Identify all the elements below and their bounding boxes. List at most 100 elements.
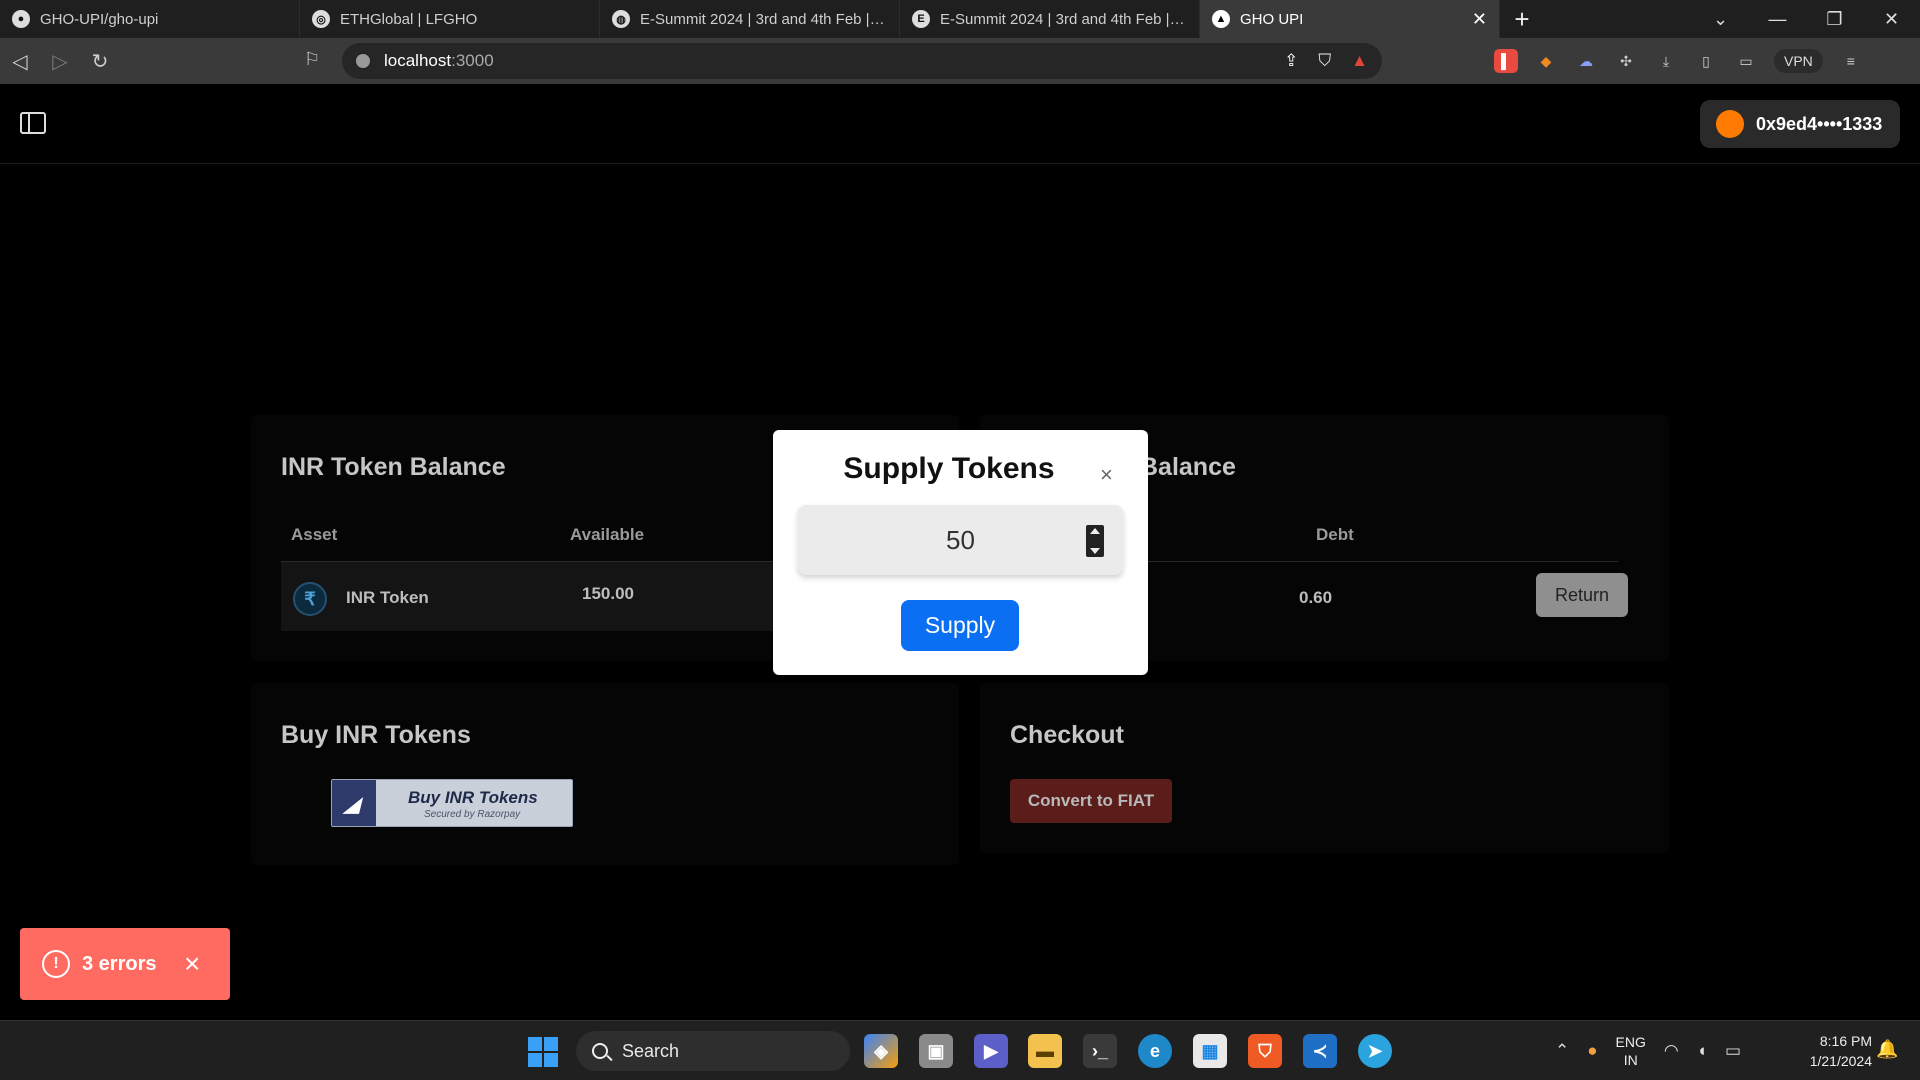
tab-title: E-Summit 2024 | 3rd and 4th Feb | E-C bbox=[940, 10, 1187, 28]
restore-icon[interactable]: ❐ bbox=[1806, 0, 1863, 38]
supply-button[interactable]: Supply bbox=[901, 600, 1019, 651]
url-port: :3000 bbox=[451, 51, 494, 70]
modal-close-icon[interactable]: × bbox=[1100, 462, 1113, 488]
lang-line1: ENG bbox=[1615, 1034, 1646, 1050]
wifi-icon[interactable]: ◠ bbox=[1664, 1041, 1679, 1061]
tab-gho-upi[interactable]: ▲ GHO UPI ✕ bbox=[1200, 0, 1500, 38]
task-view-icon[interactable]: ▣ bbox=[919, 1034, 953, 1068]
volume-icon[interactable]: ◖ bbox=[1697, 1041, 1707, 1061]
address-toolbar: ◁ ▷ ↻ ⚐ localhost:3000 ⇪ ⛉ ▲ ▌ ◆ ☁ ✣ ⤓ ▯… bbox=[0, 38, 1920, 84]
amount-stepper[interactable] bbox=[1086, 525, 1104, 557]
error-toast[interactable]: ! 3 errors × bbox=[20, 928, 230, 1000]
available-amount: 150.00 bbox=[582, 584, 634, 603]
razorpay-button[interactable]: ◢ Buy INR Tokens Secured by Razorpay bbox=[331, 779, 573, 827]
metamask-icon[interactable]: ◆ bbox=[1534, 49, 1558, 73]
brave-shield-icon[interactable]: ⛉ bbox=[1318, 51, 1331, 71]
edge-icon[interactable]: e bbox=[1138, 1034, 1172, 1068]
extension-red-icon[interactable]: ▌ bbox=[1494, 49, 1518, 73]
razorpay-logo-icon: ◢ bbox=[344, 794, 360, 816]
menu-icon[interactable]: ≡ bbox=[1839, 49, 1863, 73]
tab-close-icon[interactable]: ✕ bbox=[1472, 9, 1487, 30]
telegram-icon[interactable]: ➤ bbox=[1358, 1034, 1392, 1068]
error-count: 3 errors bbox=[82, 952, 157, 975]
buy-inr-card: Buy INR Tokens ◢ Buy INR Tokens Secured … bbox=[251, 683, 959, 865]
card-title: Checkout bbox=[1010, 721, 1124, 749]
amount-input[interactable] bbox=[798, 505, 1123, 575]
sidebar-toggle-icon[interactable] bbox=[20, 112, 46, 134]
url-host: localhost bbox=[384, 51, 452, 70]
wallet-avatar bbox=[1716, 110, 1744, 138]
reload-icon[interactable]: ↻ bbox=[80, 49, 120, 74]
puzzle-icon[interactable]: ✣ bbox=[1614, 49, 1638, 73]
razorpay-label: Buy INR Tokens bbox=[408, 788, 538, 807]
wallet-icon[interactable]: ▭ bbox=[1734, 49, 1758, 73]
clock-date: 1/21/2024 bbox=[1809, 1053, 1872, 1069]
tab-esummit-2[interactable]: E E-Summit 2024 | 3rd and 4th Feb | E-C bbox=[900, 0, 1200, 38]
triangle-icon: ▲ bbox=[1212, 10, 1230, 28]
return-button[interactable]: Return bbox=[1536, 573, 1628, 617]
ethglobal-icon: ◎ bbox=[312, 10, 330, 28]
sidebar-panel-icon[interactable]: ▯ bbox=[1694, 49, 1718, 73]
clock[interactable]: 8:16 PM 1/21/2024 bbox=[1788, 1031, 1872, 1071]
column-debt: Debt bbox=[1316, 525, 1354, 544]
forward-icon[interactable]: ▷ bbox=[40, 49, 80, 74]
table-row: ₹ INR Token 150.00 bbox=[281, 561, 829, 631]
tab-title: GHO-UPI/gho-upi bbox=[40, 10, 159, 28]
asset-name: INR Token bbox=[346, 588, 429, 607]
notification-bell-icon[interactable]: 🔔 bbox=[1876, 1039, 1898, 1060]
vpn-button[interactable]: VPN bbox=[1774, 49, 1823, 73]
site-info-icon[interactable] bbox=[356, 54, 370, 68]
tab-github[interactable]: ● GHO-UPI/gho-upi bbox=[0, 0, 300, 38]
tab-ethglobal[interactable]: ◎ ETHGlobal | LFGHO bbox=[300, 0, 600, 38]
download-icon[interactable]: ⤓ bbox=[1654, 49, 1678, 73]
microphone-icon[interactable]: ● bbox=[1587, 1041, 1597, 1061]
battery-icon[interactable]: ▭ bbox=[1725, 1041, 1741, 1061]
esummit-icon: E bbox=[912, 10, 930, 28]
taskbar-search[interactable]: Search bbox=[576, 1031, 850, 1071]
stepper-up-icon[interactable] bbox=[1090, 528, 1100, 534]
globe-icon: ◍ bbox=[612, 10, 630, 28]
back-icon[interactable]: ◁ bbox=[0, 49, 40, 74]
tab-list-icon[interactable]: ⌄ bbox=[1692, 0, 1749, 38]
checkout-card: Checkout Convert to FIAT bbox=[980, 683, 1669, 853]
url-actions: ⇪ ⛉ ▲ bbox=[1284, 51, 1368, 71]
toast-close-icon[interactable]: × bbox=[184, 948, 200, 980]
tab-title: ETHGlobal | LFGHO bbox=[340, 10, 478, 28]
chevron-up-icon[interactable]: ⌃ bbox=[1555, 1041, 1569, 1061]
convert-to-fiat-button[interactable]: Convert to FIAT bbox=[1010, 779, 1172, 823]
stepper-down-icon[interactable] bbox=[1090, 548, 1100, 554]
close-window-icon[interactable]: ✕ bbox=[1863, 0, 1920, 38]
column-available: Available bbox=[570, 525, 645, 544]
card-title: INR Token Balance bbox=[281, 453, 506, 481]
store-icon[interactable]: ▦ bbox=[1193, 1034, 1227, 1068]
tab-esummit-1[interactable]: ◍ E-Summit 2024 | 3rd and 4th Feb | E-C bbox=[600, 0, 900, 38]
alert-icon: ! bbox=[42, 950, 70, 978]
minimize-icon[interactable]: — bbox=[1749, 0, 1806, 38]
file-explorer-icon[interactable]: ▬ bbox=[1028, 1034, 1062, 1068]
amount-field[interactable] bbox=[798, 505, 1123, 575]
windows-start-icon[interactable] bbox=[528, 1037, 558, 1067]
debt-amount: 0.60 bbox=[1299, 588, 1333, 607]
share-icon[interactable]: ⇪ bbox=[1284, 51, 1298, 71]
search-label: Search bbox=[622, 1040, 680, 1061]
windows-taskbar: Search ◈ ▣ ▶ ▬ ›_ e ▦ ⛉ ≺ ➤ ⌃ ● ENG IN ◠… bbox=[0, 1020, 1920, 1080]
vscode-icon[interactable]: ≺ bbox=[1303, 1034, 1337, 1068]
brave-icon[interactable]: ⛉ bbox=[1248, 1034, 1282, 1068]
language-indicator[interactable]: ENG IN bbox=[1616, 1033, 1646, 1069]
github-icon: ● bbox=[12, 10, 30, 28]
bookmark-icon[interactable]: ⚐ bbox=[304, 49, 320, 70]
new-tab-button[interactable]: + bbox=[1500, 0, 1544, 38]
copilot-icon[interactable]: ◈ bbox=[864, 1034, 898, 1068]
terminal-icon[interactable]: ›_ bbox=[1083, 1034, 1117, 1068]
brave-rewards-icon[interactable]: ▲ bbox=[1351, 51, 1368, 71]
window-controls: ⌄ — ❐ ✕ bbox=[1692, 0, 1920, 38]
wallet-address: 0x9ed4••••1333 bbox=[1756, 113, 1883, 134]
search-icon bbox=[592, 1043, 608, 1059]
tab-title: GHO UPI bbox=[1240, 10, 1304, 28]
extension-cloud-icon[interactable]: ☁ bbox=[1574, 49, 1598, 73]
razorpay-sub-label: Secured by Razorpay bbox=[424, 809, 521, 820]
url-bar[interactable]: localhost:3000 ⇪ ⛉ ▲ bbox=[342, 43, 1382, 79]
wallet-button[interactable]: 0x9ed4••••1333 bbox=[1700, 100, 1900, 148]
rupee-token-icon: ₹ bbox=[293, 582, 327, 616]
teams-icon[interactable]: ▶ bbox=[974, 1034, 1008, 1068]
